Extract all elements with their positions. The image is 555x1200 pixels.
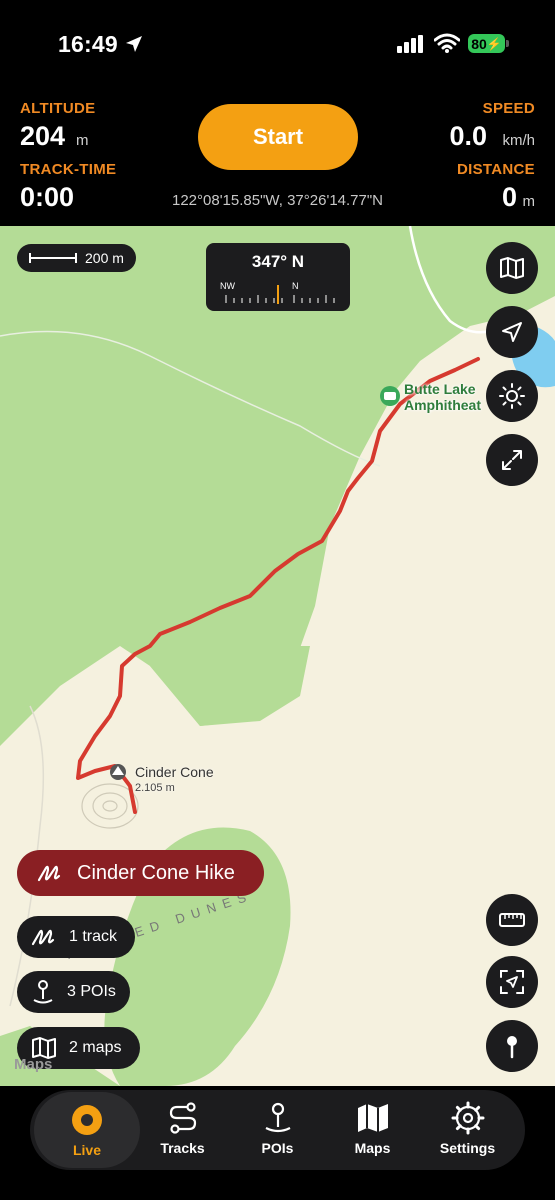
track-icon (37, 865, 61, 882)
tab-bar: Live Tracks POIs Maps Settings (30, 1090, 525, 1170)
tab-pois-label: POIs (261, 1140, 294, 1156)
compass-widget: 347° N NW N (206, 243, 350, 311)
focus-location-button[interactable] (486, 956, 538, 1008)
status-time: 16:49 (58, 31, 118, 57)
battery-tip (506, 40, 509, 47)
track-icon (31, 929, 55, 946)
track-time-label: TRACK-TIME (20, 161, 117, 178)
ruler-icon (499, 913, 525, 927)
tracks-count-label: 1 track (69, 928, 118, 945)
altitude-unit: m (76, 132, 89, 149)
scale-label: 200 m (85, 250, 124, 266)
locate-button[interactable] (486, 306, 538, 358)
scale-bar-icon (29, 253, 77, 263)
pois-icon (265, 1102, 290, 1133)
tab-tracks[interactable]: Tracks (135, 1090, 230, 1170)
compass-mark-nw: NW (220, 281, 235, 291)
map-style-button[interactable] (486, 242, 538, 294)
coordinates: 122°08'15.85"W, 37°26'14.77"N (171, 192, 384, 209)
tab-settings-label: Settings (439, 1140, 496, 1156)
pois-count-pill[interactable]: 3 POIs (17, 971, 130, 1013)
status-bar: 16:49 80 ⚡ (0, 0, 555, 88)
wifi-icon (434, 33, 460, 53)
measure-button[interactable] (486, 894, 538, 946)
tab-pois[interactable]: POIs (230, 1090, 325, 1170)
speed-value: 0.0 (449, 121, 487, 151)
location-arrow-icon (502, 322, 522, 342)
tab-live[interactable]: Live (34, 1092, 140, 1168)
amphitheater-label-line-2: Amphitheat (404, 397, 481, 413)
tab-tracks-label: Tracks (160, 1140, 205, 1156)
battery-indicator: 80 ⚡ (468, 34, 505, 53)
fullscreen-button[interactable] (486, 434, 538, 486)
pin-icon (507, 1036, 517, 1059)
altitude-label: ALTITUDE (20, 100, 96, 117)
maps-icon (357, 1104, 388, 1132)
brightness-button[interactable] (486, 370, 538, 422)
active-track-chip[interactable]: Cinder Cone Hike (17, 850, 264, 896)
compass-mark-n: N (292, 281, 299, 291)
scan-location-icon (500, 970, 524, 994)
tab-maps[interactable]: Maps (325, 1090, 420, 1170)
maps-watermark: Maps (14, 1056, 53, 1073)
compass-heading: 347° N (251, 252, 305, 271)
add-poi-button[interactable] (486, 1020, 538, 1072)
amphitheater-label-line-1: Butte Lake (404, 381, 476, 397)
active-track-name: Cinder Cone Hike (77, 861, 235, 884)
tab-maps-label: Maps (354, 1140, 391, 1156)
altitude-value: 204 (20, 121, 66, 151)
cellular-signal-icon (397, 35, 423, 53)
peak-elevation: 2.105 m (135, 782, 175, 794)
maps-count-label: 2 maps (69, 1039, 122, 1056)
settings-icon (451, 1101, 484, 1135)
battery-level: 80 (471, 35, 487, 52)
amphitheater-label: Butte Lake Amphitheat (404, 381, 481, 413)
peak-label: Cinder Cone (135, 764, 214, 780)
sun-icon (499, 383, 525, 409)
location-arrow-icon (126, 36, 142, 52)
expand-icon (502, 450, 522, 470)
pois-count-label: 3 POIs (67, 983, 116, 1000)
map-view[interactable]: 200 m 347° N NW N Butte Lake Amphitheat … (0, 226, 555, 1086)
poi-pin-icon (33, 980, 53, 1004)
distance-label: DISTANCE (457, 161, 535, 178)
tracking-header: ALTITUDE 204 m TRACK-TIME 0:00 SPEED 0.0… (0, 88, 555, 226)
live-icon (72, 1105, 102, 1135)
tab-live-label: Live (72, 1142, 101, 1158)
map-scale: 200 m (17, 244, 136, 272)
tracks-count-pill[interactable]: 1 track (17, 916, 135, 958)
speed-unit: km/h (502, 132, 535, 149)
compass-scale-icon: NW N (220, 281, 335, 304)
tracks-icon (169, 1102, 196, 1134)
tab-settings[interactable]: Settings (420, 1090, 515, 1170)
start-button[interactable]: Start (198, 104, 358, 170)
map-icon (500, 257, 524, 279)
speed-label: SPEED (482, 100, 535, 117)
